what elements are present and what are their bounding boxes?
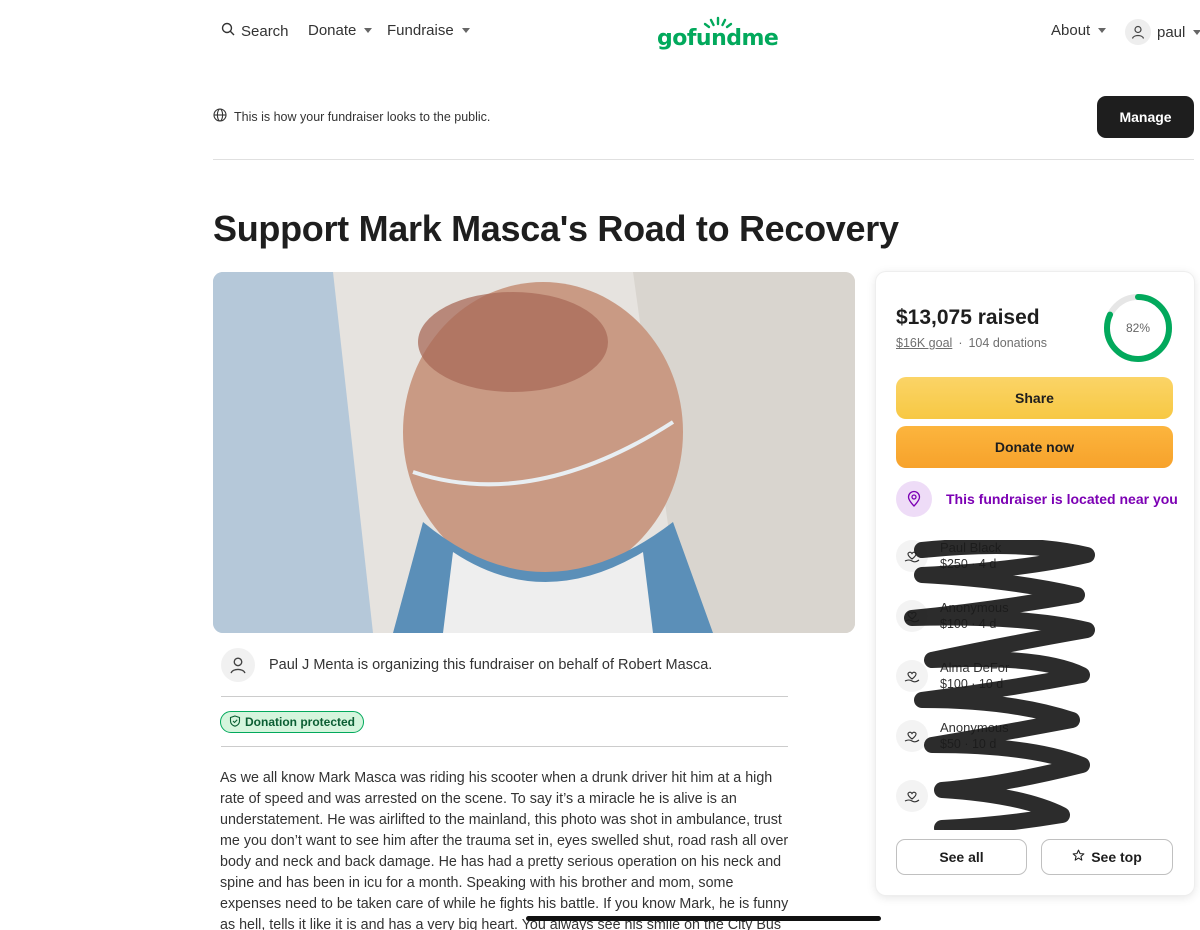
donor-name: Anonymous — [940, 600, 1009, 615]
chevron-down-icon — [364, 28, 373, 33]
goal-line: $16K goal · 104 donations — [896, 336, 1047, 350]
donation-protected-badge[interactable]: Donation protected — [220, 711, 364, 733]
progress-percent: 82% — [1126, 321, 1150, 335]
about-menu[interactable]: About — [1051, 22, 1107, 39]
chevron-down-icon — [1193, 29, 1200, 35]
donor-item: Paul Black $250 · 4 d — [896, 540, 1001, 572]
shield-icon — [229, 714, 241, 730]
donation-card: $13,075 raised $16K goal · 104 donations… — [876, 272, 1194, 895]
donor-amount: $50 · 10 d — [940, 737, 997, 751]
top-nav: Search Donate Fundraise gofundme About p… — [0, 0, 1200, 66]
progress-ring: 82% — [1102, 292, 1174, 364]
donor-amount: $100 · 4 d — [940, 617, 997, 631]
donor-item: Anonymous $50 · 10 d — [896, 720, 1009, 752]
divider — [213, 159, 1194, 160]
location-pin-icon — [896, 481, 932, 517]
gofundme-logo[interactable]: gofundme — [657, 16, 779, 51]
search-icon — [221, 22, 235, 40]
donate-menu[interactable]: Donate — [308, 22, 373, 39]
see-top-button[interactable]: See top — [1041, 839, 1173, 875]
donor-amount: $100 · 10 d — [940, 677, 1004, 691]
see-top-label: See top — [1091, 849, 1142, 865]
nearby-notice: This fundraiser is located near you — [896, 481, 1178, 517]
fundraiser-photo — [213, 272, 855, 633]
fundraise-menu[interactable]: Fundraise — [387, 22, 470, 39]
page-title: Support Mark Masca's Road to Recovery — [213, 208, 899, 249]
heart-hand-icon — [896, 600, 928, 632]
goal-link[interactable]: $16K goal — [896, 336, 952, 350]
donor-name: Alma DeFor — [940, 660, 1010, 675]
organizer-text: Paul J Menta is organizing this fundrais… — [269, 657, 713, 673]
public-preview-notice: This is how your fundraiser looks to the… — [213, 108, 490, 125]
heart-hand-icon — [896, 720, 928, 752]
heart-hand-icon — [896, 660, 928, 692]
logo-text: gofundme — [657, 26, 779, 51]
user-name: paul — [1157, 23, 1186, 41]
fundraiser-story: As we all know Mark Masca was riding his… — [220, 770, 789, 930]
donation-protected-label: Donation protected — [245, 715, 355, 729]
share-button[interactable]: Share — [896, 377, 1173, 419]
donor-item — [896, 780, 940, 812]
user-menu[interactable]: paul — [1125, 19, 1200, 45]
public-preview-text: This is how your fundraiser looks to the… — [234, 109, 491, 124]
chevron-down-icon — [1098, 28, 1107, 33]
see-all-button[interactable]: See all — [896, 839, 1027, 875]
donate-now-button[interactable]: Donate now — [896, 426, 1173, 468]
amount-raised: $13,075 raised — [896, 306, 1040, 329]
see-all-label: See all — [939, 849, 984, 865]
horizontal-scrollbar[interactable] — [526, 916, 881, 921]
donor-name: Paul Black — [940, 540, 1002, 555]
donor-item: Alma DeFor $100 · 10 d — [896, 660, 1009, 692]
fundraise-menu-label: Fundraise — [387, 22, 454, 39]
about-menu-label: About — [1051, 22, 1091, 39]
donor-item: Anonymous $100 · 4 d — [896, 600, 1009, 632]
donation-count: 104 donations — [968, 336, 1048, 350]
organizer-info: Paul J Menta is organizing this fundrais… — [221, 648, 712, 682]
star-icon — [1072, 849, 1085, 865]
search-link[interactable]: Search — [221, 22, 289, 40]
photo-illustration — [213, 272, 855, 633]
donor-name: Anonymous — [940, 720, 1009, 735]
divider — [221, 746, 788, 747]
manage-button[interactable]: Manage — [1097, 96, 1194, 138]
donor-amount: $250 · 4 d — [940, 557, 997, 571]
nearby-label: This fundraiser is located near you — [946, 491, 1178, 507]
globe-icon — [213, 108, 227, 125]
separator-dot: · — [958, 336, 963, 350]
organizer-avatar-icon — [221, 648, 255, 682]
chevron-down-icon — [461, 28, 470, 33]
search-label: Search — [241, 22, 289, 40]
heart-hand-icon — [896, 780, 928, 812]
heart-hand-icon — [896, 540, 928, 572]
divider — [221, 696, 788, 697]
donate-menu-label: Donate — [308, 22, 357, 39]
user-avatar-icon — [1125, 19, 1151, 45]
